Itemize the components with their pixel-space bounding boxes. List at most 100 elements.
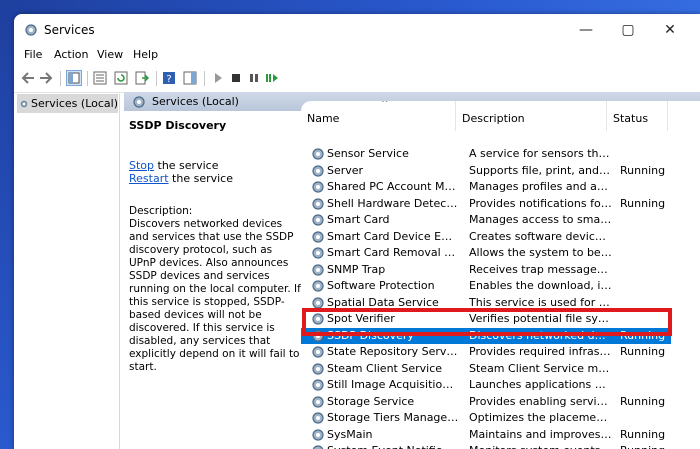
service-row[interactable]: Still Image Acquisition Events Launches a… <box>301 377 671 393</box>
service-row[interactable]: Smart Card Manages access to smart car... <box>301 212 671 228</box>
service-name: Smart Card Removal Policy <box>327 246 459 259</box>
service-gear-icon <box>312 428 324 441</box>
service-name: Storage Tiers Management <box>327 411 459 424</box>
service-gear-icon <box>312 247 324 259</box>
service-row[interactable]: Storage Service Provides enabling service… <box>301 394 671 410</box>
service-row[interactable]: Steam Client Service Steam Client Service… <box>301 361 671 377</box>
service-gear-icon <box>312 197 324 210</box>
service-gear-icon <box>312 164 324 177</box>
service-description-cell: Provides notifications for Aut... <box>469 196 612 210</box>
services-list: ^ Name Description Status Sensor Service… <box>301 101 700 449</box>
services-gear-icon <box>20 100 28 107</box>
column-header-status[interactable]: Status <box>607 101 668 131</box>
service-description-cell: Creates software device node... <box>469 229 612 243</box>
service-gear-icon <box>312 280 324 292</box>
refresh-icon[interactable] <box>113 70 129 86</box>
start-service-icon[interactable] <box>210 70 226 86</box>
window-title: Services <box>44 23 95 37</box>
service-name: State Repository Service <box>327 345 459 358</box>
title-bar: Services — ▢ ✕ <box>14 14 700 46</box>
column-header-description[interactable]: Description <box>456 101 607 131</box>
restart-service-icon[interactable] <box>264 70 280 86</box>
help-icon[interactable]: ? <box>161 70 177 86</box>
service-name: SNMP Trap <box>327 262 386 276</box>
service-description-cell: Steam Client Service monitor... <box>469 361 612 375</box>
service-name: Shell Hardware Detection <box>327 196 459 210</box>
service-row[interactable]: Shell Hardware Detection Provides notific… <box>301 196 671 212</box>
service-row[interactable]: Smart Card Device Enumera... Creates soft… <box>301 229 671 245</box>
forward-arrow-icon[interactable] <box>38 70 54 86</box>
service-gear-icon <box>312 379 324 391</box>
service-description: Discovers networked devices and services… <box>129 218 301 373</box>
service-row[interactable]: Sensor Service A service for sensors that… <box>301 146 671 162</box>
service-detail-title: SSDP Discovery <box>129 119 227 132</box>
description-label: Description: <box>129 205 193 217</box>
menu-view[interactable]: View <box>97 48 123 61</box>
service-gear-icon <box>312 263 324 276</box>
stop-service-link[interactable]: Stop <box>129 159 154 172</box>
service-name: Shared PC Account Manager <box>327 180 459 193</box>
service-name: Still Image Acquisition Events <box>327 378 459 391</box>
service-name: Spatial Data Service <box>327 295 439 309</box>
service-row[interactable]: Shared PC Account Manager Manages profile… <box>301 179 671 195</box>
services-gear-icon <box>25 24 37 36</box>
service-status: Running <box>620 163 666 177</box>
service-detail-panel: SSDP Discovery Stop the service Restart … <box>124 111 304 449</box>
service-status: Running <box>620 196 666 210</box>
service-name: Software Protection <box>327 279 435 292</box>
service-description-cell: Supports file, print, and nam... <box>469 163 612 177</box>
service-description-cell: Enables the download, install... <box>469 279 612 292</box>
menu-file[interactable]: File <box>24 48 42 61</box>
service-gear-icon <box>312 148 324 160</box>
service-row[interactable]: Smart Card Removal Policy Allows the syst… <box>301 245 671 261</box>
tree-item-services-local[interactable]: Services (Local) <box>17 94 118 113</box>
svg-text:?: ? <box>166 74 171 85</box>
service-description-cell: A service for sensors that ma... <box>469 147 612 160</box>
service-description-cell: Manages access to smart car... <box>469 213 612 226</box>
service-gear-icon <box>312 214 324 226</box>
service-name: Storage Service <box>327 394 415 408</box>
service-row[interactable]: State Repository Service Provides require… <box>301 344 671 360</box>
tree-item-label: Services (Local) <box>31 97 118 110</box>
menu-help[interactable]: Help <box>133 48 158 61</box>
column-header-name[interactable]: Name <box>301 101 456 131</box>
service-description-cell: Provides required infrastruct... <box>469 345 612 358</box>
maximize-button[interactable]: ▢ <box>608 14 648 46</box>
menu-action[interactable]: Action <box>54 48 88 61</box>
service-row[interactable]: SNMP Trap Receives trap messages gene... <box>301 262 671 278</box>
restart-service-link[interactable]: Restart <box>129 172 169 185</box>
service-description-cell: Manages profiles and accou... <box>469 180 612 193</box>
service-gear-icon <box>312 362 324 375</box>
properties-list-icon[interactable] <box>92 70 108 86</box>
service-description-cell: Allows the system to be conf... <box>469 246 612 259</box>
pause-service-icon[interactable] <box>246 70 262 86</box>
service-row[interactable]: SysMain Maintains and improves syst... Run… <box>301 427 671 443</box>
toolbar: ? <box>14 66 700 93</box>
service-row[interactable]: System Event Notification S... Monitors s… <box>301 443 671 449</box>
service-name: Smart Card <box>327 213 390 226</box>
service-row[interactable]: Server Supports file, print, and nam... Ru… <box>301 163 671 179</box>
back-arrow-icon[interactable] <box>20 70 36 86</box>
service-name: Steam Client Service <box>327 361 443 375</box>
minimize-button[interactable]: — <box>566 14 606 46</box>
highlight-annotation <box>302 308 672 336</box>
service-name: SysMain <box>327 427 373 441</box>
service-row[interactable]: Storage Tiers Management Optimizes the pl… <box>301 410 671 426</box>
service-status: Running <box>620 427 666 441</box>
export-list-icon[interactable] <box>134 70 150 86</box>
service-gear-icon <box>312 412 324 424</box>
console-tree-icon[interactable] <box>66 70 82 86</box>
service-name: System Event Notification S... <box>327 444 459 449</box>
service-gear-icon <box>312 230 324 243</box>
stop-service-icon[interactable] <box>228 70 244 86</box>
services-window: Services — ▢ ✕ File Action View Help ? S… <box>14 14 700 449</box>
show-hide-pane-icon[interactable] <box>182 70 198 86</box>
service-description-cell: Maintains and improves syst... <box>469 427 612 441</box>
service-gear-icon <box>312 445 324 449</box>
service-name: Server <box>327 163 364 177</box>
service-row[interactable]: Software Protection Enables the download,… <box>301 278 671 294</box>
service-status: Running <box>620 345 666 358</box>
close-button[interactable]: ✕ <box>650 14 690 46</box>
pane-header-title: Services (Local) <box>152 95 239 108</box>
service-gear-icon <box>312 395 324 408</box>
